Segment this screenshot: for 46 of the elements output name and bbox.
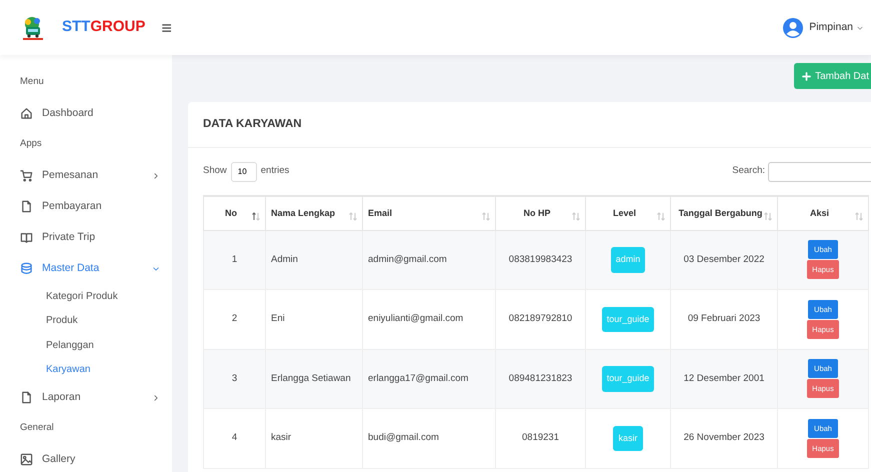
level-tag: tour_guide (602, 366, 654, 392)
email-cell: admin@gmail.com (362, 230, 496, 290)
entries-label: entries (260, 164, 290, 178)
phone-cell: 082189792810 (496, 290, 586, 349)
card-title: DATA KARYAWAN (188, 102, 871, 148)
level-tag: tour_guide (602, 306, 654, 332)
date-cell: 09 Februari 2023 (670, 290, 778, 349)
sidebar-item[interactable]: Pembayaran (20, 191, 160, 222)
row-number: 4 (204, 408, 266, 468)
show-label: Show (203, 164, 227, 178)
sidebar-item[interactable]: Laporan (20, 382, 160, 413)
section-header: Apps (20, 137, 43, 152)
email-cell: erlangga17@gmail.com (362, 349, 496, 408)
date-cell: 12 Desember 2001 (670, 349, 778, 408)
sidebar-item[interactable]: Dashboard (20, 98, 160, 129)
phone-cell: 0819231 (496, 408, 586, 468)
name-cell: Erlangga Setiawan (266, 349, 362, 408)
user-name[interactable]: Pimpinan (809, 20, 853, 36)
phone-cell: 083819983423 (496, 230, 586, 290)
sidebar-item[interactable]: Master Data (20, 253, 160, 284)
row-number: 3 (204, 349, 266, 408)
brand-name: STTGROUP (62, 17, 146, 38)
section-header: Menu (20, 75, 45, 90)
name-cell: Eni (266, 290, 362, 349)
submenu-item[interactable]: Produk (20, 308, 172, 333)
menu-button[interactable]: ≡ (161, 18, 172, 36)
submenu-item[interactable]: Karyawan (20, 358, 172, 382)
name-cell: kasir (266, 408, 362, 468)
level-tag: admin (610, 247, 646, 272)
sidebar-item[interactable]: Gallery (20, 444, 160, 472)
search-label: Search: (732, 164, 765, 178)
sidebar-item[interactable]: Pemesanan (20, 160, 160, 191)
submenu-item[interactable]: Pelanggan (20, 333, 172, 358)
email-cell: budi@gmail.com (362, 408, 496, 468)
page-length-field[interactable]: 10 (230, 162, 257, 182)
row-number: 2 (204, 290, 266, 349)
row-number: 1 (204, 230, 266, 290)
sidebar-item[interactable]: Private Trip (20, 222, 160, 253)
phone-cell: 089481231823 (496, 349, 586, 408)
level-tag: kasir (613, 426, 642, 451)
date-cell: 26 November 2023 (670, 408, 778, 468)
email-cell: eniyulianti@gmail.com (362, 290, 496, 349)
submenu-item[interactable]: Kategori Produk (20, 284, 172, 308)
section-header: General (20, 421, 55, 436)
name-cell: Admin (266, 230, 362, 290)
date-cell: 03 Desember 2022 (670, 230, 778, 290)
